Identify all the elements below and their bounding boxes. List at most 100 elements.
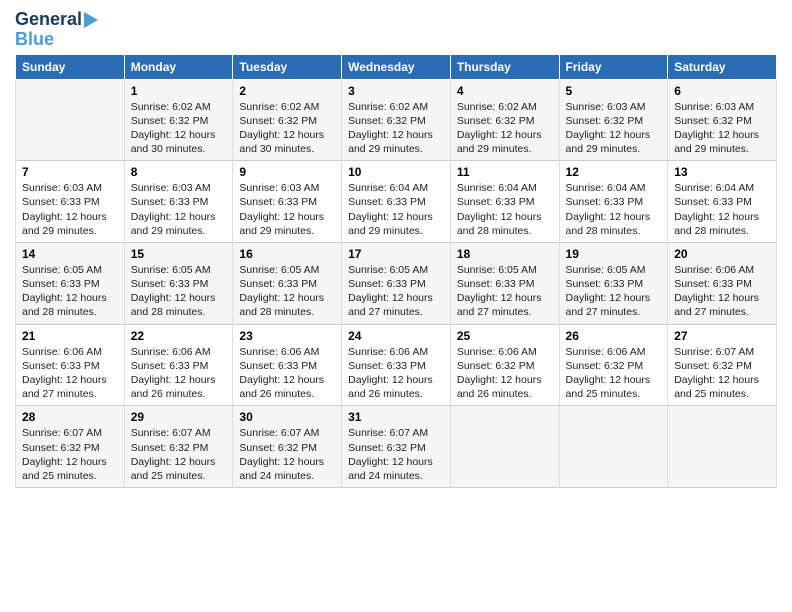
day-number: 30 [239,410,335,424]
calendar-cell: 25 Sunrise: 6:06 AM Sunset: 6:32 PM Dayli… [450,324,559,406]
cell-content: Sunrise: 6:06 AM Sunset: 6:32 PM Dayligh… [457,345,553,402]
day-number: 10 [348,165,444,179]
day-number: 31 [348,410,444,424]
calendar-cell: 4 Sunrise: 6:02 AM Sunset: 6:32 PM Daylig… [450,79,559,161]
cell-content: Sunrise: 6:02 AM Sunset: 6:32 PM Dayligh… [457,100,553,157]
day-number: 27 [674,329,770,343]
day-number: 19 [566,247,662,261]
cell-content: Sunrise: 6:04 AM Sunset: 6:33 PM Dayligh… [566,181,662,238]
calendar-week-row: 14Sunrise: 6:05 AM Sunset: 6:33 PM Dayli… [16,242,777,324]
day-number: 28 [22,410,118,424]
cell-content: Sunrise: 6:04 AM Sunset: 6:33 PM Dayligh… [457,181,553,238]
day-number: 15 [131,247,227,261]
calendar-cell: 26 Sunrise: 6:06 AM Sunset: 6:32 PM Dayli… [559,324,668,406]
calendar-cell: 22Sunrise: 6:06 AM Sunset: 6:33 PM Dayli… [124,324,233,406]
calendar-week-row: 1 Sunrise: 6:02 AM Sunset: 6:32 PM Daylig… [16,79,777,161]
day-number: 26 [566,329,662,343]
logo-arrow-icon [84,12,98,28]
cell-content: Sunrise: 6:06 AM Sunset: 6:33 PM Dayligh… [131,345,227,402]
calendar-cell [559,406,668,488]
cell-content: Sunrise: 6:05 AM Sunset: 6:33 PM Dayligh… [566,263,662,320]
calendar-cell: 16 Sunrise: 6:05 AM Sunset: 6:33 PM Dayli… [233,242,342,324]
calendar-cell [668,406,777,488]
cell-content: Sunrise: 6:03 AM Sunset: 6:32 PM Dayligh… [674,100,770,157]
cell-content: Sunrise: 6:07 AM Sunset: 6:32 PM Dayligh… [22,426,118,483]
day-header-friday: Friday [559,54,668,79]
calendar-cell: 13Sunrise: 6:04 AM Sunset: 6:33 PM Dayli… [668,161,777,243]
calendar-cell: 7 Sunrise: 6:03 AM Sunset: 6:33 PM Daylig… [16,161,125,243]
calendar-cell: 9 Sunrise: 6:03 AM Sunset: 6:33 PM Daylig… [233,161,342,243]
day-number: 12 [566,165,662,179]
day-number: 8 [131,165,227,179]
calendar-cell: 23 Sunrise: 6:06 AM Sunset: 6:33 PM Dayli… [233,324,342,406]
page-container: General Blue SundayMondayTuesdayWednesda… [0,0,792,498]
cell-content: Sunrise: 6:05 AM Sunset: 6:33 PM Dayligh… [239,263,335,320]
calendar-cell: 30 Sunrise: 6:07 AM Sunset: 6:32 PM Dayli… [233,406,342,488]
day-header-monday: Monday [124,54,233,79]
day-header-wednesday: Wednesday [342,54,451,79]
cell-content: Sunrise: 6:02 AM Sunset: 6:32 PM Dayligh… [131,100,227,157]
calendar-week-row: 28 Sunrise: 6:07 AM Sunset: 6:32 PM Dayli… [16,406,777,488]
cell-content: Sunrise: 6:03 AM Sunset: 6:33 PM Dayligh… [22,181,118,238]
calendar-cell: 15Sunrise: 6:05 AM Sunset: 6:33 PM Dayli… [124,242,233,324]
calendar-cell: 3 Sunrise: 6:02 AM Sunset: 6:32 PM Daylig… [342,79,451,161]
cell-content: Sunrise: 6:06 AM Sunset: 6:33 PM Dayligh… [22,345,118,402]
cell-content: Sunrise: 6:07 AM Sunset: 6:32 PM Dayligh… [348,426,444,483]
cell-content: Sunrise: 6:06 AM Sunset: 6:33 PM Dayligh… [674,263,770,320]
calendar-cell: 10 Sunrise: 6:04 AM Sunset: 6:33 PM Dayli… [342,161,451,243]
cell-content: Sunrise: 6:06 AM Sunset: 6:33 PM Dayligh… [348,345,444,402]
cell-content: Sunrise: 6:03 AM Sunset: 6:33 PM Dayligh… [131,181,227,238]
day-number: 25 [457,329,553,343]
day-number: 1 [131,84,227,98]
day-number: 4 [457,84,553,98]
day-number: 16 [239,247,335,261]
calendar-week-row: 21 Sunrise: 6:06 AM Sunset: 6:33 PM Dayli… [16,324,777,406]
cell-content: Sunrise: 6:07 AM Sunset: 6:32 PM Dayligh… [131,426,227,483]
calendar-cell: 28 Sunrise: 6:07 AM Sunset: 6:32 PM Dayli… [16,406,125,488]
logo-blue: Blue [15,30,54,50]
cell-content: Sunrise: 6:04 AM Sunset: 6:33 PM Dayligh… [348,181,444,238]
calendar-cell: 27 Sunrise: 6:07 AM Sunset: 6:32 PM Dayli… [668,324,777,406]
day-number: 3 [348,84,444,98]
day-number: 23 [239,329,335,343]
calendar-cell: 8 Sunrise: 6:03 AM Sunset: 6:33 PM Daylig… [124,161,233,243]
day-number: 24 [348,329,444,343]
day-number: 9 [239,165,335,179]
calendar-cell: 21 Sunrise: 6:06 AM Sunset: 6:33 PM Dayli… [16,324,125,406]
cell-content: Sunrise: 6:03 AM Sunset: 6:32 PM Dayligh… [566,100,662,157]
calendar-cell [16,79,125,161]
day-header-thursday: Thursday [450,54,559,79]
calendar-cell: 20 Sunrise: 6:06 AM Sunset: 6:33 PM Dayli… [668,242,777,324]
calendar-cell: 18Sunrise: 6:05 AM Sunset: 6:33 PM Dayli… [450,242,559,324]
cell-content: Sunrise: 6:03 AM Sunset: 6:33 PM Dayligh… [239,181,335,238]
calendar-cell: 31 Sunrise: 6:07 AM Sunset: 6:32 PM Dayli… [342,406,451,488]
cell-content: Sunrise: 6:06 AM Sunset: 6:32 PM Dayligh… [566,345,662,402]
calendar-cell: 5 Sunrise: 6:03 AM Sunset: 6:32 PM Daylig… [559,79,668,161]
calendar-cell: 24 Sunrise: 6:06 AM Sunset: 6:33 PM Dayli… [342,324,451,406]
cell-content: Sunrise: 6:04 AM Sunset: 6:33 PM Dayligh… [674,181,770,238]
day-number: 2 [239,84,335,98]
calendar-cell: 19 Sunrise: 6:05 AM Sunset: 6:33 PM Dayli… [559,242,668,324]
cell-content: Sunrise: 6:06 AM Sunset: 6:33 PM Dayligh… [239,345,335,402]
cell-content: Sunrise: 6:07 AM Sunset: 6:32 PM Dayligh… [674,345,770,402]
cell-content: Sunrise: 6:07 AM Sunset: 6:32 PM Dayligh… [239,426,335,483]
day-number: 21 [22,329,118,343]
calendar-cell [450,406,559,488]
day-number: 17 [348,247,444,261]
logo-general: General [15,10,82,30]
day-header-sunday: Sunday [16,54,125,79]
day-number: 7 [22,165,118,179]
day-number: 20 [674,247,770,261]
calendar-header-row: SundayMondayTuesdayWednesdayThursdayFrid… [16,54,777,79]
calendar-table: SundayMondayTuesdayWednesdayThursdayFrid… [15,54,777,488]
day-header-saturday: Saturday [668,54,777,79]
calendar-cell: 2Sunrise: 6:02 AM Sunset: 6:32 PM Daylig… [233,79,342,161]
logo: General Blue [15,10,98,50]
calendar-cell: 6 Sunrise: 6:03 AM Sunset: 6:32 PM Daylig… [668,79,777,161]
calendar-cell: 12 Sunrise: 6:04 AM Sunset: 6:33 PM Dayli… [559,161,668,243]
day-number: 5 [566,84,662,98]
header: General Blue [15,10,777,50]
day-number: 6 [674,84,770,98]
cell-content: Sunrise: 6:05 AM Sunset: 6:33 PM Dayligh… [348,263,444,320]
cell-content: Sunrise: 6:02 AM Sunset: 6:32 PM Dayligh… [348,100,444,157]
